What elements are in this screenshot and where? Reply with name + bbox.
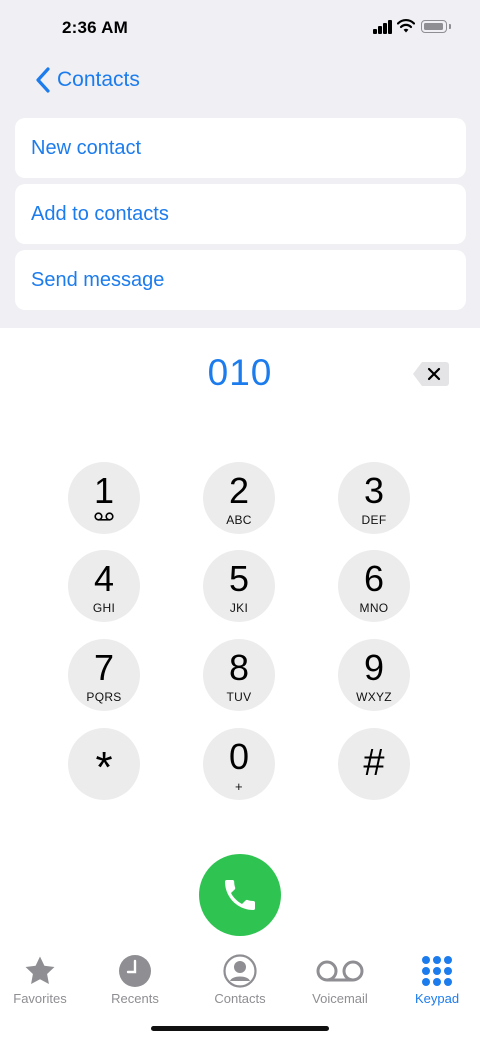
key-5[interactable]: 5 JKI <box>203 550 275 622</box>
key-digit: 9 <box>363 647 385 688</box>
key-0[interactable]: 0 + <box>203 728 275 800</box>
chevron-left-icon <box>36 67 50 93</box>
key-4[interactable]: 4 GHI <box>68 550 140 622</box>
key-letters: + <box>235 779 243 794</box>
key-1[interactable]: 1 <box>68 462 140 534</box>
key-letters: JKI <box>229 601 249 615</box>
key-digit: 2 <box>228 470 250 511</box>
key-letters: GHI <box>92 601 116 615</box>
delete-backspace-button[interactable] <box>412 361 450 387</box>
dialed-number: 010 <box>207 352 273 393</box>
add-to-contacts-button[interactable]: Add to contacts <box>15 184 466 244</box>
wifi-icon <box>397 19 415 33</box>
voicemail-icon <box>316 960 364 982</box>
key-star[interactable]: * <box>68 728 140 800</box>
key-7[interactable]: 7 PQRS <box>68 639 140 711</box>
home-indicator[interactable] <box>151 1026 329 1031</box>
status-time: 2:36 AM <box>62 18 128 37</box>
key-digit: 5 <box>228 558 250 599</box>
key-8[interactable]: 8 TUV <box>203 639 275 711</box>
key-letters: DEF <box>361 513 387 527</box>
keypad-grid-icon <box>422 956 452 986</box>
person-circle-icon <box>223 954 257 988</box>
tab-contacts[interactable]: Contacts <box>192 946 288 1010</box>
key-digit: 7 <box>93 647 115 688</box>
send-message-label: Send message <box>31 268 165 291</box>
key-letters: ABC <box>226 513 252 527</box>
key-hash[interactable]: # <box>338 728 410 800</box>
voicemail-icon <box>94 512 114 521</box>
top-area: 2:36 AM Contacts New contact Add to cont… <box>0 0 480 328</box>
clock-icon <box>119 955 151 987</box>
key-letters: PQRS <box>86 690 122 704</box>
tab-label: Favorites <box>13 991 67 1006</box>
key-9[interactable]: 9 WXYZ <box>338 639 410 711</box>
key-letters: MNO <box>359 601 389 615</box>
tab-label: Voicemail <box>312 991 368 1006</box>
battery-icon <box>421 20 451 33</box>
status-bar: 2:36 AM <box>0 0 480 56</box>
tab-label: Recents <box>111 991 159 1006</box>
key-letters: WXYZ <box>356 690 392 704</box>
new-contact-label: New contact <box>31 136 142 159</box>
key-letters: TUV <box>226 690 252 704</box>
back-label: Contacts <box>57 68 140 91</box>
key-digit: 3 <box>363 470 385 511</box>
key-3[interactable]: 3 DEF <box>338 462 410 534</box>
tab-label: Keypad <box>414 991 460 1006</box>
back-to-contacts-button[interactable]: Contacts <box>34 64 140 96</box>
tab-recents[interactable]: Recents <box>87 946 183 1010</box>
tab-keypad[interactable]: Keypad <box>389 946 480 1010</box>
tab-label: Contacts <box>214 991 266 1006</box>
send-message-button[interactable]: Send message <box>15 250 466 310</box>
key-digit: 1 <box>93 470 115 511</box>
new-contact-button[interactable]: New contact <box>15 118 466 178</box>
key-digit: # <box>363 742 385 784</box>
tab-bar: Favorites Recents Contacts Voicemail Key… <box>0 946 480 1010</box>
call-button[interactable] <box>199 854 281 936</box>
key-2[interactable]: 2 ABC <box>203 462 275 534</box>
star-icon <box>25 956 55 985</box>
cellular-signal-icon <box>373 20 393 34</box>
key-digit: 4 <box>93 558 115 599</box>
key-digit: 6 <box>363 558 385 599</box>
key-digit: 8 <box>228 647 250 688</box>
add-to-contacts-label: Add to contacts <box>31 202 169 225</box>
phone-icon <box>225 880 255 910</box>
key-digit: 0 <box>228 736 250 777</box>
key-6[interactable]: 6 MNO <box>338 550 410 622</box>
tab-favorites[interactable]: Favorites <box>0 946 88 1010</box>
tab-voicemail[interactable]: Voicemail <box>292 946 388 1010</box>
key-digit: * <box>95 743 113 792</box>
